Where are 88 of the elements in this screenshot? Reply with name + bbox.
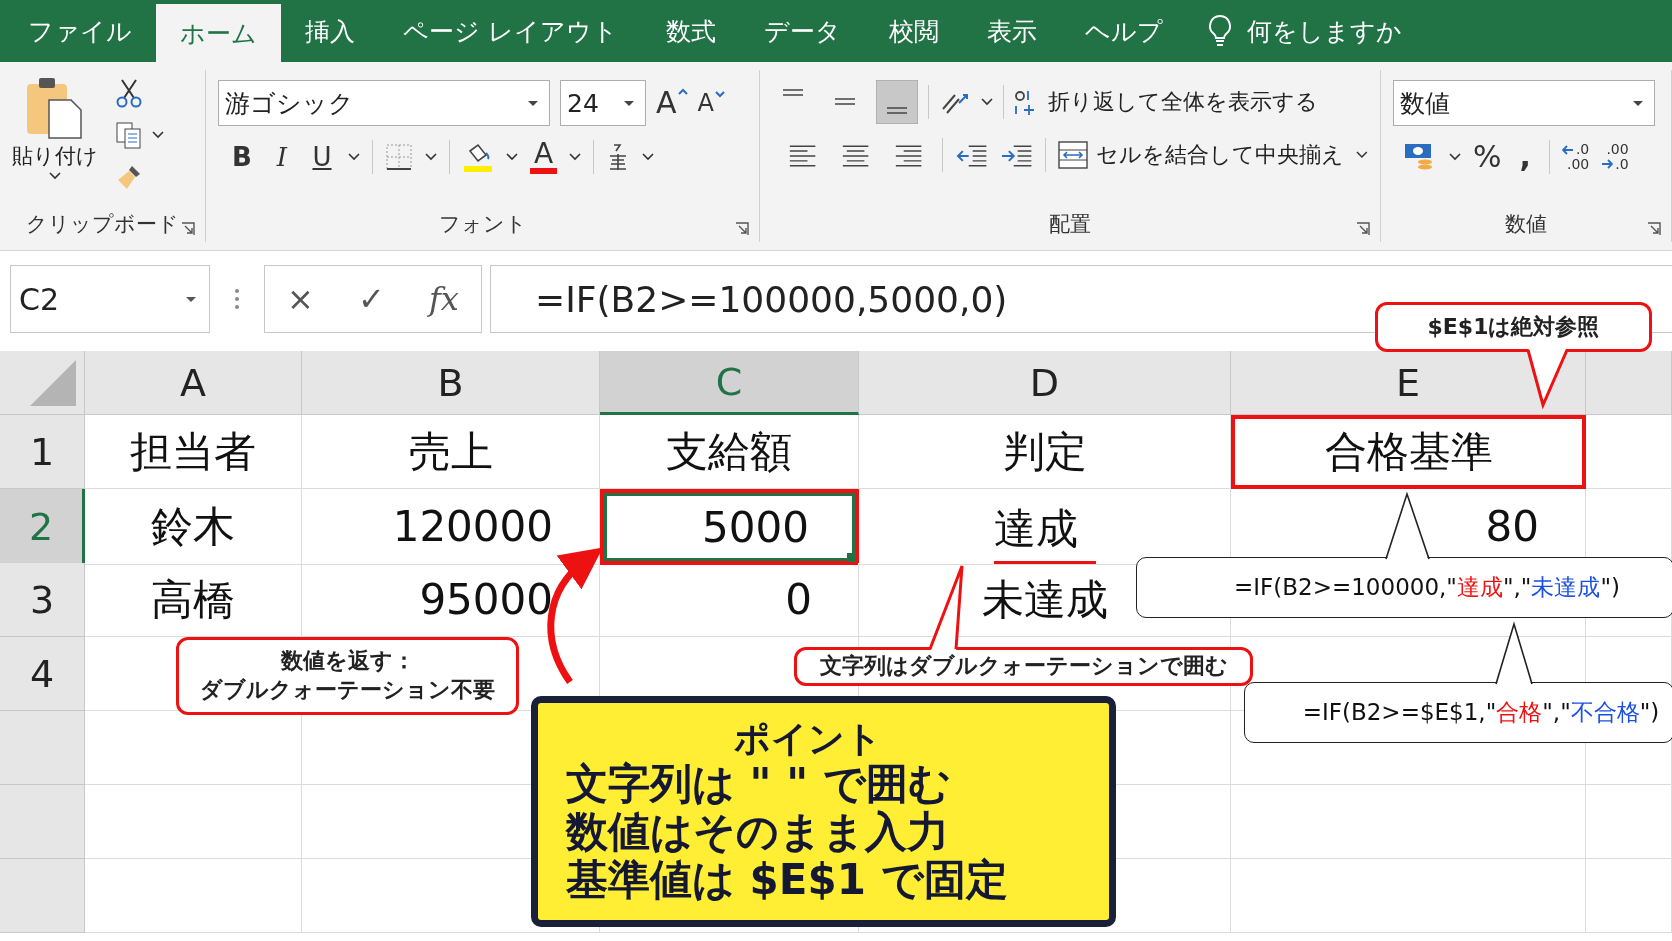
confirm-button[interactable]: ✓ bbox=[358, 280, 385, 318]
caret-icon[interactable] bbox=[642, 153, 655, 161]
row-header[interactable]: 3 bbox=[0, 563, 85, 637]
scissors-icon[interactable] bbox=[114, 78, 144, 108]
group-label: クリップボード bbox=[26, 211, 179, 238]
dialog-launcher-icon[interactable] bbox=[181, 222, 195, 236]
caret-icon[interactable] bbox=[569, 153, 582, 161]
caret-icon[interactable] bbox=[152, 131, 164, 139]
insert-function-button[interactable]: fx bbox=[429, 280, 459, 318]
row-header[interactable]: 4 bbox=[0, 637, 85, 711]
increase-decimal-button[interactable]: .0 .00 bbox=[1561, 142, 1590, 172]
caret-icon bbox=[49, 172, 61, 180]
name-box[interactable]: C2 bbox=[10, 265, 210, 333]
table-cell: 合格基準 bbox=[1231, 415, 1586, 489]
search-field[interactable]: 何をしますか bbox=[1246, 0, 1402, 62]
ribbon-tab[interactable]: 表示 bbox=[962, 0, 1061, 62]
table-cell: 鈴木 bbox=[85, 489, 302, 565]
wrap-text-button[interactable]: 折り返して全体を表示する bbox=[1014, 87, 1318, 117]
table-cell: 0 bbox=[600, 563, 859, 637]
arrow-right-icon bbox=[1601, 159, 1614, 170]
borders-icon[interactable] bbox=[385, 143, 413, 171]
caret-icon[interactable] bbox=[981, 98, 993, 106]
ribbon-tab[interactable]: 挿入 bbox=[281, 0, 379, 62]
callout: ポイント 文字列は " " で囲む 数値はそのまま入力 基準値は $E$1 で固定 bbox=[531, 696, 1116, 927]
table-cell: 判定 bbox=[859, 415, 1231, 489]
dropdown-arrow-icon bbox=[1632, 99, 1644, 107]
font-style-button[interactable]: B bbox=[228, 144, 256, 170]
font-color-button[interactable]: A bbox=[530, 140, 558, 174]
caret-icon[interactable] bbox=[425, 153, 437, 161]
callout-pointer bbox=[1385, 491, 1430, 562]
merge-cells-icon bbox=[1058, 141, 1089, 169]
caret-up-icon bbox=[677, 88, 688, 95]
comma-button[interactable]: , bbox=[1513, 142, 1537, 172]
table-cell: 120000 bbox=[302, 489, 600, 565]
arrow-left-icon bbox=[1561, 144, 1574, 155]
group-label: フォント bbox=[438, 211, 527, 238]
callout-pointer bbox=[1526, 347, 1569, 410]
group-label: 数値 bbox=[1505, 211, 1547, 238]
ribbon-tab[interactable]: ヘルプ bbox=[1060, 0, 1187, 62]
fill-bucket-icon[interactable] bbox=[462, 141, 494, 173]
dialog-launcher-icon[interactable] bbox=[1356, 222, 1370, 236]
caret-icon[interactable] bbox=[1356, 151, 1368, 159]
font-style-button[interactable]: I bbox=[268, 144, 296, 170]
table-cell: 担当者 bbox=[85, 415, 302, 489]
table-cell: 支給額 bbox=[600, 415, 859, 489]
vertical-align-icon[interactable] bbox=[876, 80, 918, 124]
column-header[interactable]: A bbox=[85, 351, 302, 415]
ribbon-tab[interactable]: ファイル bbox=[4, 0, 156, 62]
column-header[interactable]: D bbox=[859, 351, 1231, 415]
percent-button[interactable]: % bbox=[1473, 142, 1502, 172]
caret-icon[interactable] bbox=[1449, 153, 1461, 161]
lightbulb-icon bbox=[1206, 14, 1233, 48]
ribbon-tab[interactable]: 校閲 bbox=[864, 0, 963, 62]
font-style-button[interactable]: U bbox=[308, 144, 336, 170]
decrease-decimal-button[interactable]: .00 .0 bbox=[1601, 142, 1629, 172]
dropdown-arrow-icon bbox=[185, 295, 197, 303]
merge-center-button[interactable]: セルを結合して中央揃え bbox=[1058, 140, 1345, 170]
cancel-button[interactable]: × bbox=[287, 280, 314, 318]
clipboard-icon bbox=[25, 76, 85, 140]
caret-icon[interactable] bbox=[348, 153, 360, 161]
column-header[interactable]: E bbox=[1231, 351, 1586, 415]
ribbon-tab[interactable]: データ bbox=[739, 0, 865, 62]
font-size-dropdown[interactable]: 24 bbox=[560, 80, 646, 126]
number-format-dropdown[interactable]: 数値 bbox=[1393, 80, 1655, 126]
grow-font-button[interactable]: A bbox=[656, 88, 688, 118]
copy-icon[interactable] bbox=[114, 120, 144, 150]
group-label: 配置 bbox=[1049, 211, 1091, 238]
row-header[interactable]: 2 bbox=[0, 489, 85, 565]
callout: 数値を返す： ダブルクォーテーション不要 bbox=[176, 637, 519, 715]
dialog-launcher-icon[interactable] bbox=[1647, 222, 1661, 236]
dropdown-arrow-icon bbox=[623, 99, 635, 107]
dropdown-arrow-icon bbox=[527, 99, 539, 107]
column-header[interactable]: C bbox=[600, 351, 859, 415]
callout-pointer bbox=[1495, 621, 1533, 687]
dialog-launcher-icon[interactable] bbox=[735, 222, 749, 236]
caret-icon[interactable] bbox=[506, 153, 518, 161]
column-header[interactable]: B bbox=[302, 351, 600, 415]
ribbon-tab[interactable]: ページ レイアウト bbox=[379, 0, 642, 62]
table-cell: 売上 bbox=[302, 415, 600, 489]
caret-down-icon bbox=[714, 91, 725, 98]
drag-handle-icon[interactable] bbox=[234, 288, 240, 310]
paste-button[interactable]: 貼り付け bbox=[12, 74, 98, 180]
table-cell: 5000 bbox=[600, 489, 859, 565]
ribbon-tab[interactable]: ホーム bbox=[156, 4, 281, 62]
row-header[interactable]: 1 bbox=[0, 415, 85, 489]
ribbon-tab[interactable]: 数式 bbox=[641, 0, 740, 62]
font-name-dropdown[interactable]: 游ゴシック bbox=[218, 80, 550, 126]
shrink-font-button[interactable]: A bbox=[697, 91, 725, 115]
